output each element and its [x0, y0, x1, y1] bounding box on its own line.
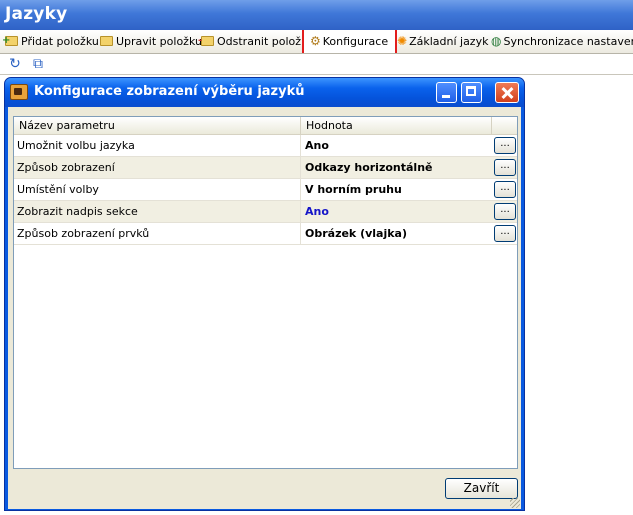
folder-edit-icon [100, 36, 113, 46]
dialog-title: Konfigurace zobrazení výběru jazyků [34, 84, 305, 99]
dialog-titlebar[interactable]: Konfigurace zobrazení výběru jazyků [5, 78, 524, 107]
parameter-name: Zobrazit nadpis sekce [14, 201, 301, 222]
column-header-value[interactable]: Hodnota [301, 117, 492, 134]
dialog-body: Název parametru Hodnota Umožnit volbu ja… [8, 107, 521, 509]
minimize-button[interactable] [436, 82, 457, 103]
parameter-value: Ano [305, 139, 329, 152]
parameter-name: Umístění volby [14, 179, 301, 200]
parameter-name: Umožnit volbu jazyka [14, 135, 301, 156]
secondary-toolbar: ↻ ⧉ [0, 54, 633, 75]
edit-value-button[interactable]: ... [494, 203, 516, 220]
maximize-button[interactable] [461, 82, 482, 103]
base-language-button[interactable]: ✺ Základní jazyk [394, 32, 488, 51]
parameter-value: V horním pruhu [305, 183, 402, 196]
add-item-label: Přidat položku [21, 35, 99, 48]
close-button[interactable]: Zavřít [445, 478, 518, 499]
config-dialog: Konfigurace zobrazení výběru jazyků Náze… [4, 77, 525, 511]
parameter-value: Obrázek (vlajka) [305, 227, 408, 240]
edit-value-button[interactable]: ... [494, 159, 516, 176]
column-header-name[interactable]: Název parametru [14, 117, 301, 134]
parameter-name: Způsob zobrazení prvků [14, 223, 301, 244]
edit-value-button[interactable]: ... [494, 225, 516, 242]
configuration-button[interactable]: ⚙ Konfigurace [302, 30, 397, 53]
shop-cart-icon [10, 84, 28, 100]
edit-item-label: Upravit položku [116, 35, 202, 48]
folder-add-icon [2, 31, 18, 50]
refresh-icon[interactable]: ↻ [7, 56, 23, 72]
parameter-value: Ano [305, 205, 329, 218]
edit-item-button[interactable]: Upravit položku [97, 32, 202, 51]
toolbar: Přidat položku Upravit položku Odstranit… [0, 30, 633, 54]
add-item-button[interactable]: Přidat položku [2, 31, 99, 51]
remove-item-label: Odstranit položku [217, 35, 315, 48]
configuration-label: Konfigurace [322, 35, 389, 48]
table-row[interactable]: Způsob zobrazení Odkazy horizontálně ... [14, 157, 517, 179]
table-row[interactable]: Způsob zobrazení prvků Obrázek (vlajka) … [14, 223, 517, 245]
grid-header: Název parametru Hodnota [14, 117, 517, 135]
table-row[interactable]: Umožnit volbu jazyka Ano ... [14, 135, 517, 157]
sun-icon: ✺ [397, 34, 408, 48]
table-row[interactable]: Zobrazit nadpis sekce Ano ... [14, 201, 517, 223]
table-row[interactable]: Umístění volby V horním pruhu ... [14, 179, 517, 201]
edit-value-button[interactable]: ... [494, 181, 516, 198]
remove-item-button[interactable]: Odstranit položku [198, 31, 315, 51]
parameter-grid: Název parametru Hodnota Umožnit volbu ja… [13, 116, 518, 469]
parameter-value: Odkazy horizontálně [305, 161, 433, 174]
app-title: Jazyky [0, 0, 633, 30]
globe-icon: ◍ [491, 34, 502, 48]
folder-remove-icon [198, 31, 214, 50]
resize-grip[interactable] [510, 498, 520, 508]
close-window-button[interactable] [495, 82, 519, 103]
edit-value-button[interactable]: ... [494, 137, 516, 154]
column-header-action [492, 117, 517, 134]
sync-settings-label: Synchronizace nastavení [503, 35, 633, 48]
copy-icon[interactable]: ⧉ [30, 56, 46, 72]
gear-icon: ⚙ [310, 34, 321, 48]
parameter-name: Způsob zobrazení [14, 157, 301, 178]
base-language-label: Základní jazyk [409, 35, 489, 48]
sync-settings-button[interactable]: ◍ Synchronizace nastavení [488, 32, 633, 51]
